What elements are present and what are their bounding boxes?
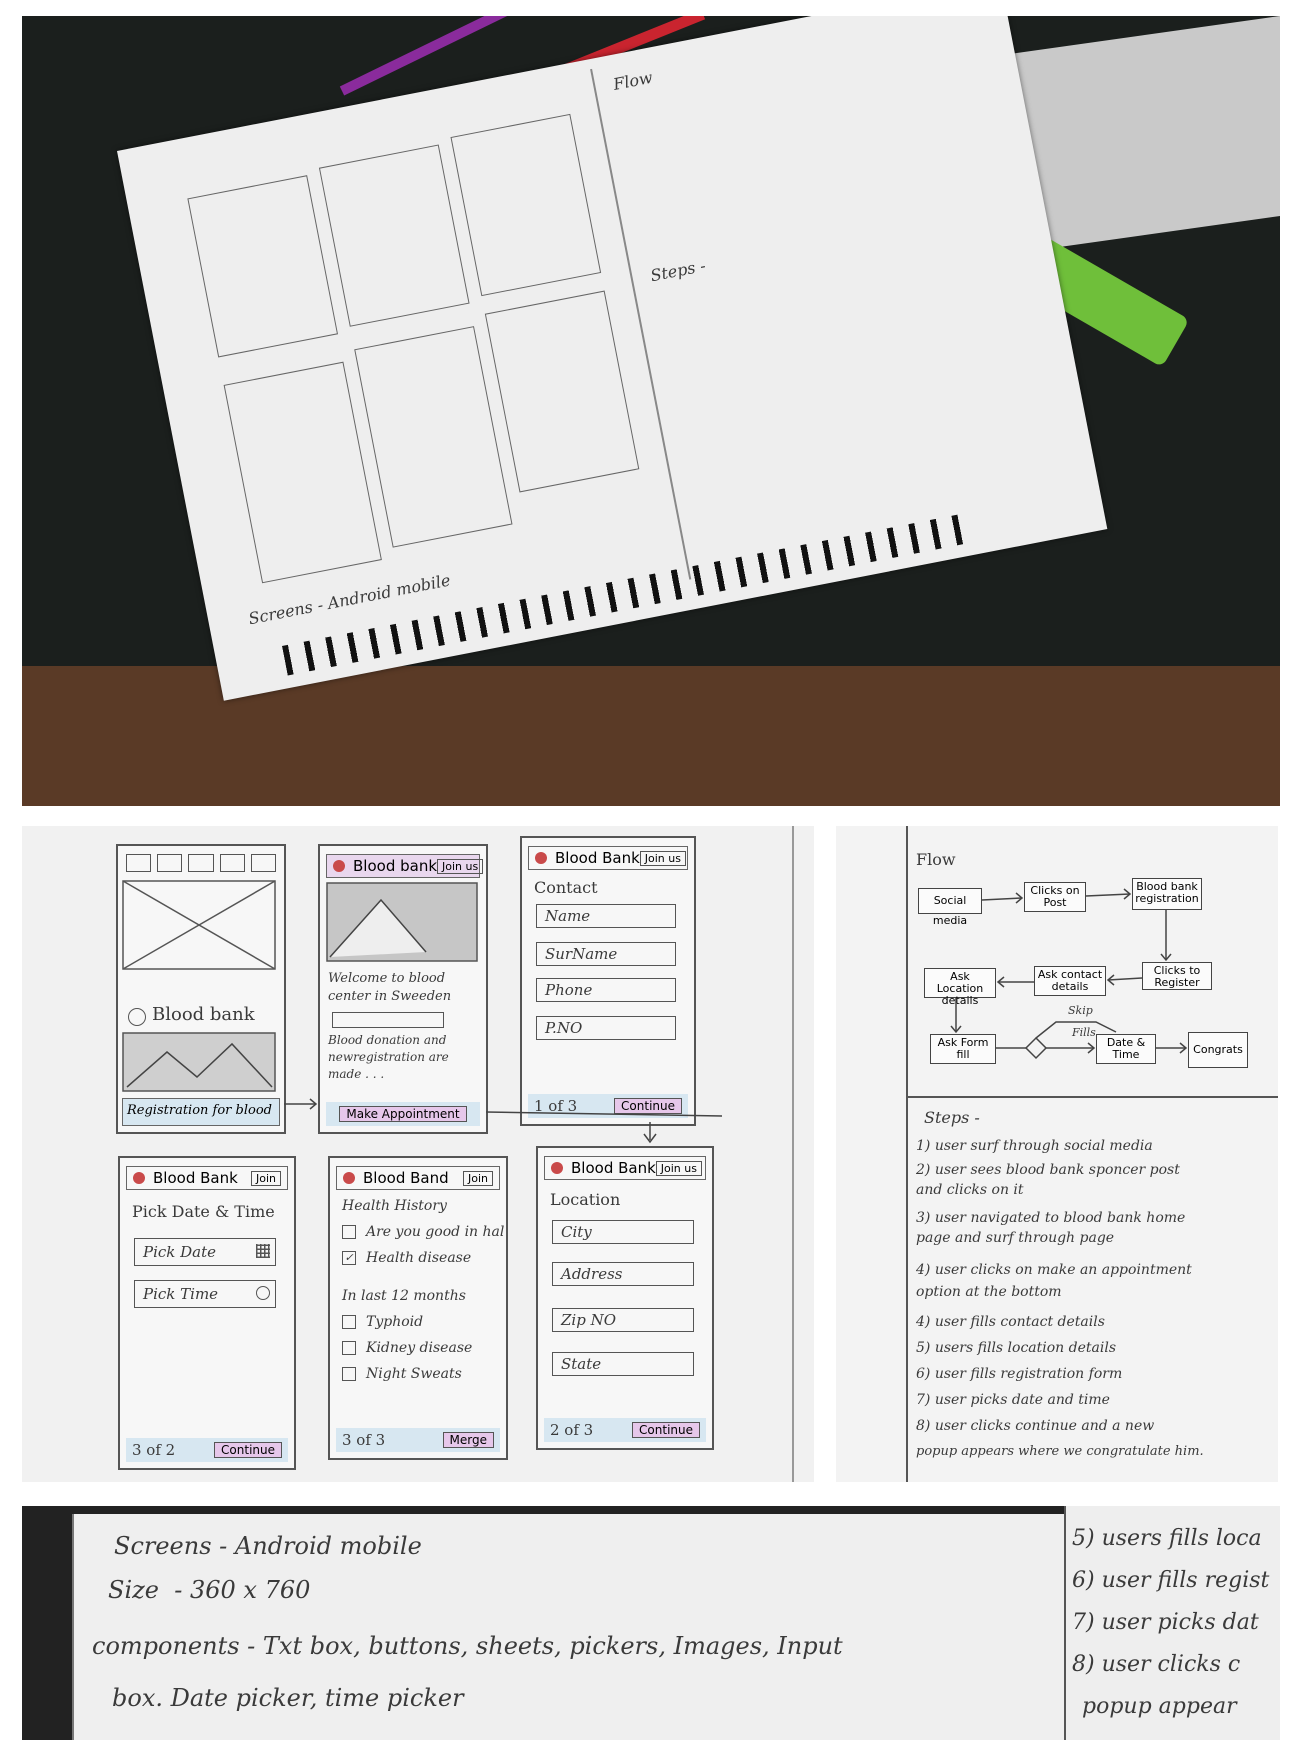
health-section-label: Health History [342,1198,447,1214]
flow-arrows [950,888,1188,1060]
step-item: page and surf through page [916,1230,1115,1246]
mini-screen-contact [450,113,602,297]
check-row[interactable]: Are you good in hal [342,1224,504,1240]
check-label: Are you good in hal [366,1224,505,1240]
step-item: 3) user navigated to blood bank home [916,1210,1186,1226]
checkbox-icon[interactable] [342,1315,356,1329]
health-footer: 3 of 3 Merge [336,1428,500,1452]
step-item: 4) user clicks on make an appointment [916,1262,1192,1278]
steps-divider [908,1096,1278,1098]
step-item: option at the bottom [916,1284,1062,1300]
step-item: 2) user sees blood bank sponcer post [916,1162,1180,1178]
location-footer: 2 of 3 Continue [544,1418,706,1442]
mini-steps-title: Steps - [648,255,708,286]
blood-drop-icon [551,1162,563,1174]
table-surface [22,666,1280,806]
notes-line-1: Screens - Android mobile [114,1532,422,1560]
wireframes-panel: Blood bank Registration for blood Blood … [22,826,814,1482]
photo-panel-top: Flow Steps - Screens - Android mobile [22,16,1280,806]
join-button[interactable]: Join [462,1170,493,1186]
address-field[interactable]: Address [552,1262,694,1286]
location-page-indicator: 2 of 3 [550,1421,594,1439]
step-item: 4) user fills contact details [916,1314,1105,1330]
pick-page-indicator: 3 of 2 [132,1441,176,1459]
pick-continue-button[interactable]: Continue [214,1442,282,1458]
check-label: Kidney disease [366,1340,473,1356]
flow-steps-panel: Flow Social media Clicks on Post Blood b… [836,826,1278,1482]
notes-line-2: Size - 360 x 760 [108,1576,311,1604]
mini-screen-pick [223,361,382,584]
pick-header-title: Blood Bank [153,1169,238,1187]
check-row[interactable]: ✓ Health disease [342,1250,471,1266]
health-subheading: In last 12 months [342,1288,466,1304]
join-us-button[interactable]: Join us [655,1160,702,1176]
location-section-label: Location [550,1190,621,1209]
notes-side-item: 5) users fills loca [1072,1526,1262,1551]
notes-line-4: box. Date picker, time picker [112,1684,464,1712]
screen-location: Blood Bank Join us Location City Address… [536,1146,714,1450]
check-label: Night Sweats [366,1366,462,1382]
pick-footer: 3 of 2 Continue [126,1438,288,1462]
notes-side-item: popup appear [1082,1694,1237,1719]
health-page-indicator: 3 of 3 [342,1431,386,1449]
check-label: Typhoid [366,1314,424,1330]
mini-screen-location [484,290,640,493]
city-field[interactable]: City [552,1220,694,1244]
pick-time-field[interactable]: Pick Time [134,1280,276,1308]
check-row[interactable]: Typhoid [342,1314,423,1330]
checkbox-icon[interactable] [342,1225,356,1239]
pick-header: Blood Bank Join [126,1166,288,1190]
health-merge-button[interactable]: Merge [442,1432,494,1448]
location-header: Blood Bank Join us [544,1156,706,1180]
location-header-title: Blood Bank [571,1159,656,1177]
step-item: popup appears where we congratulate him. [916,1444,1204,1459]
partial-page-strip [792,826,794,1482]
health-header-title: Blood Band [363,1169,449,1187]
health-header: Blood Band Join [336,1166,500,1190]
mini-screen-welcome [318,144,470,327]
step-item: 5) users fills location details [916,1340,1117,1356]
steps-list: 1) user surf through social media 2) use… [908,1138,1278,1478]
check-label: Health disease [366,1250,472,1266]
checkbox-checked-icon[interactable]: ✓ [342,1251,356,1265]
flow-arrows [284,1098,723,1144]
notes-side-item: 8) user clicks c [1072,1652,1241,1677]
mini-screen-health [354,326,513,548]
step-item: 6) user fills registration form [916,1366,1123,1382]
notes-side-list: 5) users fills loca 6) user fills regist… [1072,1520,1280,1740]
step-item: and clicks on it [916,1182,1024,1198]
zip-field[interactable]: Zip NO [552,1308,694,1332]
screen-pick: Blood Bank Join Pick Date & Time Pick Da… [118,1156,296,1470]
mini-flow-title: Flow [611,67,655,94]
join-button[interactable]: Join [250,1170,281,1186]
notes-side-item: 6) user fills regist [1072,1568,1270,1593]
mini-screen-home [187,175,339,358]
pick-section-label: Pick Date & Time [132,1202,275,1221]
check-row[interactable]: Night Sweats [342,1366,462,1382]
step-item: 7) user picks date and time [916,1392,1110,1408]
notes-line-3: components - Txt box, buttons, sheets, p… [92,1632,843,1660]
calendar-icon [256,1244,270,1258]
checkbox-icon[interactable] [342,1341,356,1355]
notes-panel: Screens - Android mobile Size - 360 x 76… [22,1506,1280,1740]
step-item: 1) user surf through social media [916,1138,1153,1154]
location-continue-button[interactable]: Continue [632,1422,700,1438]
clock-icon [256,1286,270,1300]
blood-drop-icon [133,1172,145,1184]
checkbox-icon[interactable] [342,1367,356,1381]
state-field[interactable]: State [552,1352,694,1376]
steps-title: Steps - [924,1108,980,1127]
step-item: 8) user clicks continue and a new [916,1418,1155,1434]
notes-side-item: 7) user picks dat [1072,1610,1259,1635]
pick-date-field[interactable]: Pick Date [134,1238,276,1266]
blood-drop-icon [343,1172,355,1184]
screen-health: Blood Band Join Health History Are you g… [328,1156,508,1460]
check-row[interactable]: Kidney disease [342,1340,472,1356]
